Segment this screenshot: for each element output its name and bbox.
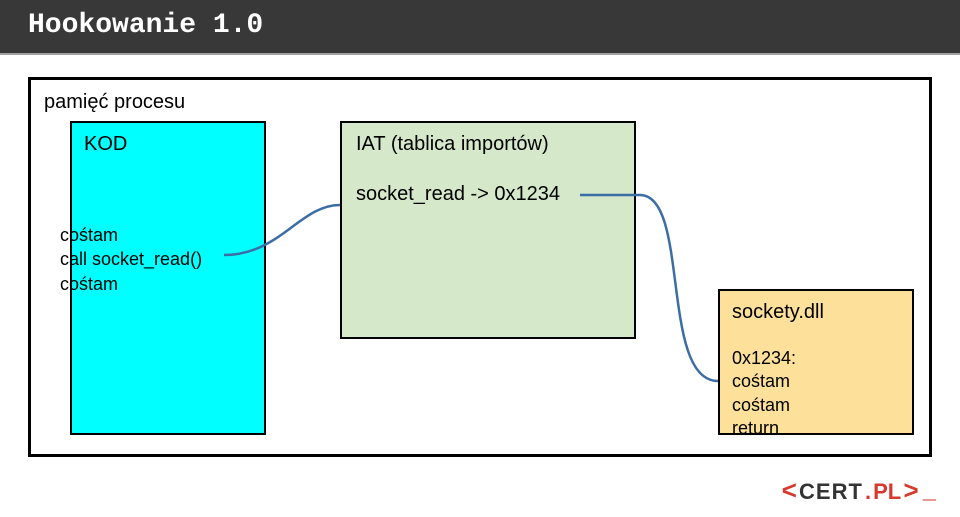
dll-line-3: return [732,417,796,440]
code-box-content: cośtam call socket_read() cośtam [60,223,202,296]
logo-cert-text: CERT [799,479,863,505]
code-line-3: cośtam [60,272,202,296]
dll-line-2: cośtam [732,394,796,417]
slide-title: Hookowanie 1.0 [0,0,960,55]
logo-left-angle-icon: < [781,477,797,507]
cert-pl-logo: < CERT . PL > _ [781,477,936,507]
logo-pl-text: PL [873,479,901,505]
iat-box-label: IAT (tablica importów) [356,133,549,156]
code-box-label: KOD [84,133,127,156]
process-memory-label: pamięć procesu [44,91,185,114]
dll-box-content: 0x1234: cośtam cośtam return [732,347,796,441]
footer: < CERT . PL > _ [781,477,936,507]
code-line-1: cośtam [60,223,202,247]
code-line-2: call socket_read() [60,247,202,271]
logo-underscore-icon: _ [923,480,936,505]
logo-dot: . [865,479,871,505]
iat-entry: socket_read -> 0x1234 [356,183,560,206]
dll-addr: 0x1234: [732,347,796,370]
dll-box-label: sockety.dll [732,301,824,324]
dll-line-1: cośtam [732,370,796,393]
logo-right-angle-icon: > [903,477,919,507]
diagram-canvas: pamięć procesu KOD cośtam call socket_re… [0,55,960,515]
